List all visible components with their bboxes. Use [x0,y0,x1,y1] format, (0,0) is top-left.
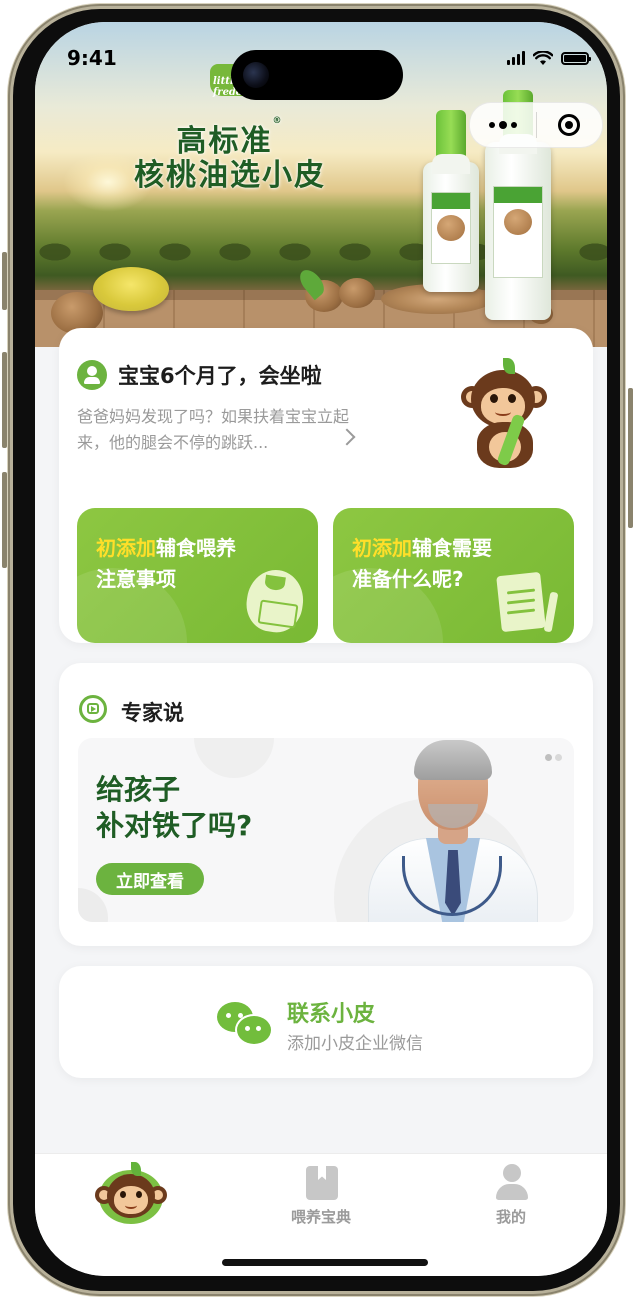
more-dots-icon[interactable] [470,103,536,147]
oil-bowl [93,267,169,311]
status-time: 9:41 [67,46,117,70]
baby-stage-description[interactable]: 爸爸妈妈发现了吗？如果扶着宝宝立起来，他的腿会不停的跳跃... [77,404,365,456]
bib-icon [242,566,308,636]
tile-feeding-prep[interactable]: 初添加辅食需要 准备什么呢? [333,508,574,643]
expert-section-title: 专家说 [121,701,184,725]
tile-2-line2: 准备什么呢? [352,567,464,591]
tab-bar: 喂养宝典 我的 [35,1153,607,1276]
banner-title-line2: 核桃油选小皮 [134,158,326,193]
target-close-icon[interactable] [537,103,603,147]
expert-headline: 给孩子 补对铁了吗? [96,773,253,842]
memo-utensils-icon [496,570,561,634]
tab-mine-label: 我的 [495,1208,526,1226]
status-icons [507,48,591,68]
baby-stage-card: 宝宝6个月了，会坐啦 爸爸妈妈发现了吗？如果扶着宝宝立起来，他的腿会不停的跳跃.… [59,328,593,643]
user-icon [496,1164,528,1200]
oil-bottle-small [423,110,479,292]
screen: little freddie 高标准® 核桃油选小皮 9:41 宝宝6个月了，会… [35,22,607,1276]
tab-feeding-guide[interactable]: 喂养宝典 [226,1154,416,1234]
expert-card: 专家说 给孩子 补对铁了吗? 立即查看 [59,663,593,946]
power-button [628,388,633,528]
doctor-illustration [368,738,574,922]
expert-banner[interactable]: 给孩子 补对铁了吗? 立即查看 [78,738,574,922]
view-now-button[interactable]: 立即查看 [96,863,204,895]
camera-icon [243,62,269,88]
tab-feeding-guide-label: 喂养宝典 [290,1208,351,1226]
tile-2-line1: 初添加辅食需要 [352,536,492,560]
contact-card[interactable]: 联系小皮 添加小皮企业微信 [59,966,593,1078]
home-indicator[interactable] [222,1259,428,1266]
video-tv-icon [79,695,107,723]
contact-title: 联系小皮 [287,1002,376,1027]
silent-switch [2,252,7,310]
carousel-dots [545,754,562,761]
monkey-mascot [459,358,555,470]
tile-feeding-notes[interactable]: 初添加辅食喂养 注意事项 [77,508,318,643]
oil-bottle-large [485,90,551,320]
dynamic-island [231,50,403,100]
baby-stage-title: 宝宝6个月了，会坐啦 [118,364,322,388]
tab-mine[interactable]: 我的 [416,1154,606,1234]
signal-icon [507,51,525,65]
contact-subtitle: 添加小皮企业微信 [287,1034,423,1054]
tile-1-line1: 初添加辅食喂养 [96,536,236,560]
miniprogram-capsule [469,102,603,148]
book-icon [306,1166,338,1200]
walnut-3 [339,278,375,308]
baby-icon [77,360,107,390]
battery-icon [561,51,591,65]
tab-home[interactable] [35,1154,225,1234]
monkey-mascot-icon [95,1162,167,1224]
wechat-icon [217,1002,273,1046]
tile-1-line2: 注意事项 [96,567,176,591]
volume-down-button [2,472,7,568]
wifi-icon [533,50,553,65]
volume-up-button [2,352,7,448]
